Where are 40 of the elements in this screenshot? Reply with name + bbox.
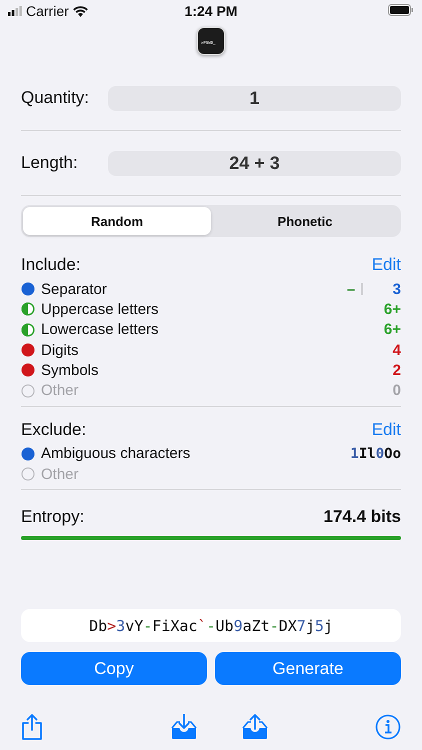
wifi-icon (72, 6, 88, 16)
section-title: Exclude: (21, 420, 86, 440)
picker-wheel[interactable]: 24 + 3 (108, 150, 401, 176)
character-sample: 1Il0Oo (350, 446, 401, 462)
edit-link[interactable]: Edit (372, 255, 401, 275)
field-label: Quantity: (21, 88, 90, 108)
count-value: 4 (392, 342, 401, 359)
count-value: 6+ (384, 321, 401, 338)
tray-download-icon[interactable] (170, 714, 196, 740)
option-label: Separator (41, 280, 107, 298)
field-label: Length: (21, 153, 79, 173)
entropy-label: Entropy: (21, 507, 84, 528)
option-label: Other (41, 382, 79, 400)
action-button[interactable]: Generate (215, 652, 401, 686)
count-value: 0 (392, 382, 401, 400)
password-field[interactable]: Db>3vY-FiXac`-Ub9aZt-DX7j 5j (21, 609, 401, 642)
section-title: Include: (21, 255, 81, 275)
option-label: Other (41, 466, 79, 483)
mode-tab[interactable]: Random (23, 207, 211, 235)
option-label: Uppercase letters (41, 300, 159, 318)
picker-wheel[interactable]: 1 (108, 86, 401, 110)
mode-tab[interactable]: Phonetic (211, 207, 399, 235)
action-button[interactable]: Copy (21, 652, 207, 686)
option-label: Lowercase letters (41, 321, 159, 338)
entropy-value: 174.4 bits (324, 507, 401, 528)
option-label: Digits (41, 342, 79, 359)
signal-icon (8, 6, 22, 16)
separator-sample: – (346, 280, 356, 298)
carrier-name: Carrier (26, 3, 69, 19)
share-icon[interactable] (21, 713, 43, 742)
clock-time: 1:24 PM (184, 3, 238, 19)
info-icon[interactable] (375, 714, 401, 740)
count-value: 2 (392, 362, 401, 379)
option-label: Ambiguous characters (41, 445, 190, 462)
tray-upload-icon[interactable] (242, 714, 268, 740)
battery-icon (388, 4, 414, 16)
edit-link[interactable]: Edit (372, 420, 401, 440)
count-value: 6+ (384, 300, 401, 318)
option-label: Symbols (41, 362, 99, 379)
count-value: 3 (392, 280, 401, 298)
